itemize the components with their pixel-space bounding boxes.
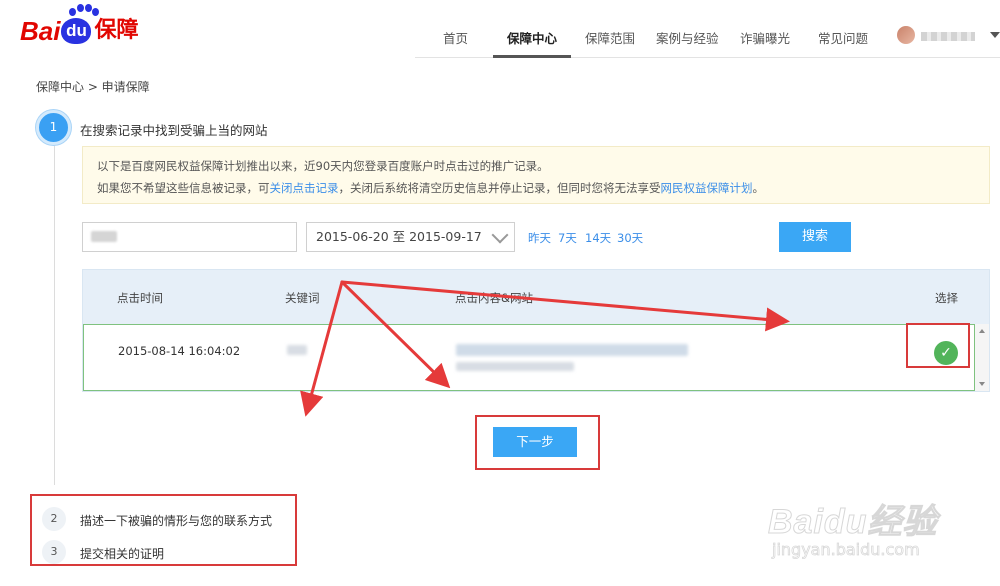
caret-down-icon[interactable]	[990, 32, 1000, 38]
click-records-table: 点击时间 关键词 点击内容&网站 选择 2015-08-14 16:04:02 …	[82, 269, 990, 392]
logo-suffix: 保障	[94, 18, 139, 43]
step-1-badge: 1	[36, 110, 71, 145]
nav-item-fraud-exposure[interactable]: 诈骗曝光	[740, 28, 790, 47]
notice-box: 以下是百度网民权益保障计划推出以来，近90天内您登录百度账户时点击过的推广记录。…	[82, 146, 990, 204]
row-click-time: 2015-08-14 16:04:02	[118, 344, 241, 358]
notice-text-c: 。	[752, 181, 765, 195]
chevron-down-icon	[491, 226, 509, 244]
baidu-jingyan-watermark: Baidu经验 jingyan.baidu.com	[764, 482, 984, 572]
logo-du-badge: du	[61, 18, 92, 44]
scroll-up-icon[interactable]	[979, 329, 985, 333]
th-content: 点击内容&网站	[455, 291, 533, 305]
date-range-select[interactable]: 2015-06-20 至 2015-09-17	[306, 222, 515, 252]
avatar-icon[interactable]	[897, 26, 915, 44]
keyword-input-blurred-value	[91, 231, 117, 242]
th-keyword: 关键词	[285, 291, 320, 305]
scroll-down-icon[interactable]	[979, 382, 985, 386]
table-scrollbar[interactable]	[975, 324, 989, 391]
logo-du-text: du	[66, 21, 87, 40]
annotation-box-select	[906, 323, 970, 368]
annotation-box-next	[475, 415, 600, 470]
protection-plan-link[interactable]: 网民权益保障计划	[661, 181, 753, 195]
annotation-box-steps	[30, 494, 297, 566]
paw-icon	[67, 4, 99, 18]
disable-click-record-link[interactable]: 关闭点击记录	[270, 181, 339, 195]
steps-timeline	[54, 140, 55, 485]
search-button[interactable]: 搜索	[779, 222, 851, 252]
row-content-url-blurred[interactable]	[456, 362, 574, 371]
watermark-url: jingyan.baidu.com	[772, 540, 920, 560]
th-time: 点击时间	[117, 291, 163, 305]
notice-text-a: 如果您不希望这些信息被记录，可	[97, 181, 270, 195]
notice-line-1: 以下是百度网民权益保障计划推出以来，近90天内您登录百度账户时点击过的推广记录。	[97, 159, 549, 173]
table-header: 点击时间 关键词 点击内容&网站 选择	[83, 270, 989, 324]
nav-item-cases[interactable]: 案例与经验	[656, 28, 719, 47]
notice-line-2: 如果您不希望这些信息被记录，可关闭点击记录，关闭后系统将清空历史信息并停止记录，…	[97, 177, 975, 199]
watermark-logo: Baidu经验	[767, 503, 938, 542]
username-blurred[interactable]	[921, 32, 975, 41]
row-content-title-blurred[interactable]	[456, 344, 688, 356]
baidu-baozhang-logo[interactable]: Bai du 保障	[20, 4, 139, 46]
nav-item-faq[interactable]: 常见问题	[818, 28, 868, 47]
quick-range-14d[interactable]: 14天	[585, 230, 611, 246]
quick-range-7d[interactable]: 7天	[558, 230, 577, 246]
date-range-value: 2015-06-20 至 2015-09-17	[316, 229, 482, 244]
table-row[interactable]: 2015-08-14 16:04:02 ✓	[83, 324, 975, 391]
nav-item-home[interactable]: 首页	[443, 28, 468, 47]
logo-bai-text: Bai	[20, 16, 61, 46]
th-select: 选择	[935, 291, 958, 305]
notice-text-b: ，关闭后系统将清空历史信息并停止记录，但同时您将无法享受	[338, 181, 661, 195]
header: Bai du 保障 首页 保障中心 保障范围 案例与经验 诈骗曝光 常见问题	[0, 0, 1000, 58]
top-nav: 首页 保障中心 保障范围 案例与经验 诈骗曝光 常见问题	[415, 0, 1000, 58]
step-1-title: 在搜索记录中找到受骗上当的网站	[80, 123, 268, 138]
nav-item-coverage[interactable]: 保障范围	[585, 28, 635, 47]
nav-item-protection-center[interactable]: 保障中心	[507, 28, 557, 47]
quick-range-30d[interactable]: 30天	[617, 230, 643, 246]
breadcrumb: 保障中心 > 申请保障	[36, 80, 150, 94]
row-keyword-blurred	[287, 345, 307, 355]
quick-range-yesterday[interactable]: 昨天	[528, 230, 551, 246]
nav-active-indicator	[493, 55, 571, 58]
